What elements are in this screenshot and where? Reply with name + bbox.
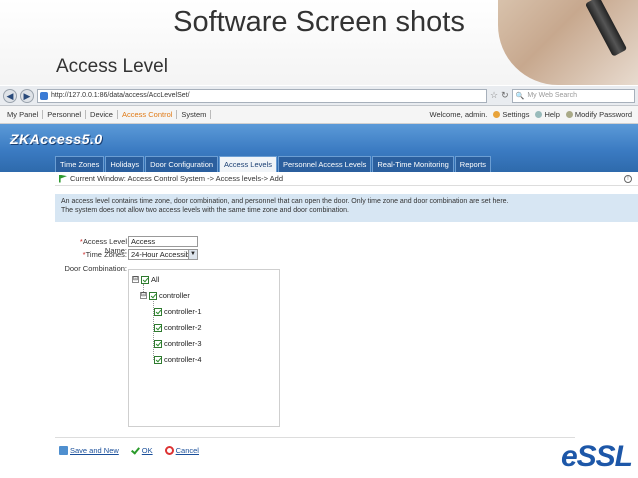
web-search-input[interactable]: 🔍 My Web Search [511, 88, 635, 103]
ok-label: OK [141, 446, 153, 455]
app-banner: ZKAccess5.0 ZKAccess5.0 Time Zones Holid… [0, 124, 638, 172]
door-combination-tree: ⊟ All ⊟ controller controller-1 controll… [128, 269, 280, 427]
settings-label: Settings [502, 110, 530, 119]
tab-access-levels[interactable]: Access Levels [219, 156, 277, 172]
menu-device[interactable]: Device [86, 110, 118, 119]
search-placeholder: My Web Search [527, 92, 578, 99]
breadcrumb: Current Window: Access Control System ->… [55, 172, 638, 186]
tree-label-controller-2: controller-2 [164, 323, 202, 332]
checkbox-controller-3[interactable] [154, 339, 162, 348]
modify-password-link[interactable]: Modify Password [565, 110, 632, 119]
time-zones-label: *Time Zones: [82, 250, 127, 259]
checkbox-controller-1[interactable] [154, 307, 162, 316]
tab-time-zones[interactable]: Time Zones [55, 156, 105, 172]
tree-node-controller-2[interactable]: controller-2 [154, 323, 202, 332]
url-text: http://127.0.0.1:86/data/access/AccLevel… [51, 92, 190, 99]
notice-line-2: The system does not allow two access lev… [61, 207, 349, 214]
footer-divider [55, 437, 575, 438]
logo-reflection: ZKAccess5.0 [10, 136, 98, 146]
access-level-name-input[interactable]: Access [128, 236, 198, 247]
checkmark-icon [131, 446, 140, 455]
checkbox-all[interactable] [141, 275, 149, 284]
access-level-form: *Access Level Name: Access *Time Zones: … [55, 222, 638, 455]
help-circle-icon[interactable]: ! [624, 175, 632, 183]
checkbox-controller-2[interactable] [154, 323, 162, 332]
user-menu: Welcome, admin. Settings Help Modify Pas… [430, 110, 632, 119]
browser-window: ◀ ▶ http://127.0.0.1:86/data/access/AccL… [0, 86, 638, 478]
help-icon [535, 111, 543, 118]
time-zones-select[interactable]: 24-Hour Accessible ▼ [128, 249, 198, 260]
refresh-icon[interactable]: ↻ [501, 90, 509, 101]
settings-link[interactable]: Settings [493, 110, 529, 119]
help-link[interactable]: Help [535, 110, 560, 119]
collapse-icon[interactable]: ⊟ [140, 292, 147, 299]
menu-system[interactable]: System [177, 110, 212, 119]
tree-node-controller-1[interactable]: controller-1 [154, 307, 202, 316]
save-icon [59, 446, 68, 455]
cancel-icon [164, 446, 174, 455]
tab-bar: Time Zones Holidays Door Configuration A… [55, 156, 492, 172]
main-content: Current Window: Access Control System ->… [55, 172, 638, 474]
key-icon [565, 111, 573, 118]
info-notice: An access level contains time zone, door… [55, 194, 638, 222]
welcome-text: Welcome, admin. [429, 110, 488, 119]
settings-icon [493, 111, 501, 118]
menu-access-control[interactable]: Access Control [118, 110, 178, 119]
menu-personnel[interactable]: Personnel [43, 110, 87, 119]
flag-icon [59, 174, 67, 183]
save-and-new-label: Save and New [70, 446, 119, 455]
url-field[interactable]: http://127.0.0.1:86/data/access/AccLevel… [37, 88, 487, 103]
door-combination-label: Door Combination: [64, 264, 127, 273]
tree-label-controller-1: controller-1 [164, 307, 202, 316]
notice-line-1: An access level contains time zone, door… [61, 198, 509, 205]
tree-label-controller: controller [159, 291, 190, 300]
breadcrumb-text: Current Window: Access Control System ->… [70, 174, 283, 183]
browser-address-bar: ◀ ▶ http://127.0.0.1:86/data/access/AccL… [0, 86, 638, 106]
collapse-icon[interactable]: ⊟ [132, 276, 139, 283]
star-icon[interactable]: ☆ [490, 90, 498, 101]
form-actions: Save and New OK Cancel [59, 446, 199, 455]
checkbox-controller[interactable] [149, 291, 157, 300]
tab-door-configuration[interactable]: Door Configuration [145, 156, 219, 172]
tab-holidays[interactable]: Holidays [105, 156, 145, 172]
essl-logo: eSSL [560, 440, 633, 473]
cancel-button[interactable]: Cancel [164, 446, 199, 455]
forward-icon[interactable]: ▶ [20, 88, 34, 103]
save-and-new-button[interactable]: Save and New [59, 446, 119, 455]
slide-title: Software Screen shots [173, 6, 465, 38]
chevron-down-icon: ▼ [188, 250, 197, 259]
help-label: Help [544, 110, 560, 119]
tree-label-all: All [151, 275, 160, 284]
app-menu-bar: My Panel Personnel Device Access Control… [0, 106, 638, 124]
tree-node-all[interactable]: ⊟ All [132, 275, 159, 284]
back-icon[interactable]: ◀ [3, 88, 17, 103]
slide-subtitle: Access Level [56, 56, 168, 77]
tab-reports[interactable]: Reports [454, 156, 492, 172]
tree-label-controller-4: controller-4 [164, 355, 202, 364]
favicon-icon [40, 91, 48, 100]
tree-node-controller-4[interactable]: controller-4 [154, 355, 202, 364]
tree-node-controller[interactable]: ⊟ controller [140, 291, 190, 300]
ok-button[interactable]: OK [131, 446, 153, 455]
cancel-label: Cancel [175, 446, 199, 455]
modify-password-label: Modify Password [574, 110, 632, 119]
tab-real-time-monitoring[interactable]: Real-Time Monitoring [372, 156, 454, 172]
checkbox-controller-4[interactable] [154, 355, 162, 364]
tree-node-controller-3[interactable]: controller-3 [154, 339, 202, 348]
tree-label-controller-3: controller-3 [164, 339, 202, 348]
search-icon: 🔍 [515, 92, 525, 100]
menu-my-panel[interactable]: My Panel [3, 110, 44, 119]
tab-personnel-access-levels[interactable]: Personnel Access Levels [277, 156, 372, 172]
time-zones-value: 24-Hour Accessible [131, 250, 196, 259]
